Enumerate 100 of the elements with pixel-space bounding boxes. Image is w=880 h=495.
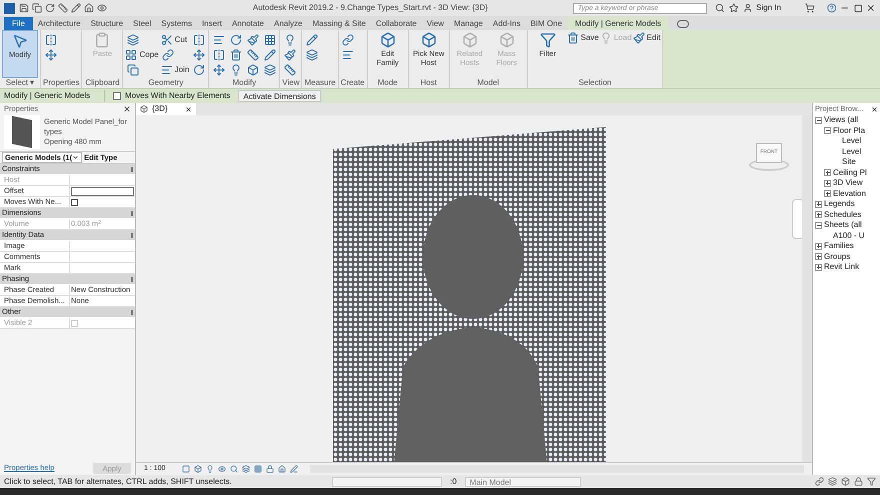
ribbon-small-button[interactable]: Edit <box>632 30 660 45</box>
ribbon-icon-button[interactable] <box>245 47 260 62</box>
tree-item[interactable]: Site <box>842 156 856 168</box>
tree-item[interactable]: Families <box>824 240 854 252</box>
tree-item[interactable]: Level <box>842 146 862 158</box>
close-icon[interactable] <box>866 3 876 13</box>
ribbon-icon-button[interactable] <box>262 47 278 62</box>
collapse-toggle-icon[interactable] <box>815 222 822 229</box>
checkbox[interactable] <box>113 92 121 100</box>
ribbon-icon-button[interactable] <box>340 32 356 47</box>
ribbon-tab[interactable]: File <box>4 17 33 30</box>
document-tab[interactable]: {3D} <box>136 103 196 115</box>
expand-toggle-icon[interactable] <box>815 253 822 260</box>
ribbon-tab[interactable]: Massing & Site <box>307 17 371 30</box>
ribbon-icon-button[interactable] <box>43 47 58 62</box>
tree-item[interactable]: Floor Pla <box>833 124 866 137</box>
tree-item[interactable]: Views (all <box>824 114 858 126</box>
vertical-scrollbar[interactable] <box>802 115 812 462</box>
ribbon-tab[interactable]: Systems <box>156 17 197 30</box>
tree-item[interactable]: Ceiling Pl <box>833 166 867 179</box>
toolbar-icon[interactable] <box>97 3 107 13</box>
binoculars-icon[interactable] <box>715 3 726 13</box>
restore-icon[interactable] <box>854 4 862 12</box>
offset-field[interactable] <box>71 186 134 196</box>
tree-item[interactable]: 3D View <box>833 177 863 190</box>
ribbon-icon-button[interactable] <box>282 47 298 62</box>
tree-item[interactable]: Groups <box>824 250 850 263</box>
view-control-icon[interactable] <box>218 465 226 473</box>
ribbon-tab[interactable]: Collaborate <box>370 17 422 30</box>
close-icon[interactable] <box>871 106 878 112</box>
toolbar-icon[interactable] <box>32 3 42 13</box>
view-control-icon[interactable] <box>206 465 214 473</box>
ribbon-small-button[interactable]: Cut <box>160 32 190 47</box>
tree-item[interactable]: Revit Link <box>824 261 860 274</box>
ribbon-icon-button[interactable] <box>43 32 58 47</box>
selection-option-icon[interactable] <box>854 477 863 486</box>
star-icon[interactable] <box>729 3 739 13</box>
ribbon-icon-button[interactable] <box>191 47 206 62</box>
selection-option-icon[interactable] <box>867 477 876 486</box>
ribbon-icon-button[interactable] <box>211 47 226 62</box>
toolbar-icon[interactable] <box>19 3 29 13</box>
design-option-dropdown[interactable]: Main Model <box>464 476 581 486</box>
selection-option-icon[interactable] <box>815 477 824 486</box>
ribbon-icon-button[interactable] <box>245 62 260 78</box>
ribbon-icon-button[interactable] <box>125 62 140 78</box>
expand-toggle-icon[interactable] <box>815 242 822 250</box>
ribbon-tab[interactable]: Add-Ins <box>488 17 526 30</box>
ribbon-tab[interactable]: Analyze <box>269 17 308 30</box>
ribbon-tab[interactable]: View <box>422 17 449 30</box>
toolbar-icon[interactable] <box>45 3 55 13</box>
toolbar-icon[interactable] <box>71 3 81 13</box>
tree-item[interactable]: Elevation <box>833 188 866 200</box>
collapse-toggle-icon[interactable] <box>824 127 831 134</box>
view-control-icon[interactable] <box>182 465 190 473</box>
ribbon-small-button[interactable]: Save <box>566 30 599 45</box>
tree-item[interactable]: Sheets (all <box>824 219 862 232</box>
expand-toggle-icon[interactable] <box>815 200 822 208</box>
ribbon-icon-button[interactable] <box>125 32 140 47</box>
ribbon-icon-button[interactable] <box>211 62 226 78</box>
selection-option-icon[interactable] <box>841 477 850 486</box>
ribbon-icon-button[interactable] <box>304 47 320 62</box>
ribbon-icon-button[interactable] <box>160 47 176 62</box>
ribbon-tab[interactable]: Architecture <box>32 17 86 30</box>
ribbon-tab[interactable]: Insert <box>196 17 227 30</box>
tree-item[interactable]: Schedules <box>824 208 862 221</box>
view-control-icon[interactable] <box>230 465 238 473</box>
panel-toggle-icon[interactable] <box>677 20 690 28</box>
ribbon-icon-button[interactable] <box>191 32 206 47</box>
close-icon[interactable] <box>123 105 131 113</box>
expand-toggle-icon[interactable] <box>824 169 831 176</box>
expand-toggle-icon[interactable] <box>824 180 831 187</box>
ribbon-icon-button[interactable] <box>228 47 244 62</box>
checkbox[interactable] <box>71 198 78 206</box>
tree-item[interactable]: Legends <box>824 198 855 210</box>
help-icon[interactable] <box>826 3 836 13</box>
cart-icon[interactable] <box>805 3 815 13</box>
ribbon-small-button[interactable]: Cope <box>125 47 159 62</box>
ribbon-tab[interactable]: Steel <box>128 17 156 30</box>
expand-toggle-icon[interactable] <box>815 264 822 271</box>
ribbon-icon-button[interactable] <box>304 32 320 47</box>
view-control-icon[interactable] <box>266 465 274 473</box>
view-control-icon[interactable] <box>242 465 250 473</box>
tree-item[interactable]: Level <box>842 135 862 148</box>
expand-toggle-icon[interactable] <box>815 211 822 218</box>
ribbon-icon-button[interactable] <box>191 62 206 78</box>
view-control-icon[interactable] <box>290 465 298 473</box>
sign-in-link[interactable]: Sign In <box>756 2 782 14</box>
toolbar-icon[interactable] <box>84 3 94 13</box>
ribbon-icon-button[interactable] <box>262 62 278 78</box>
ribbon-icon-button[interactable] <box>282 62 298 78</box>
tree-item[interactable]: A100 - U <box>833 230 865 242</box>
toolbar-icon[interactable] <box>58 3 68 13</box>
ribbon-small-button[interactable]: Join <box>160 62 190 78</box>
ribbon-tab[interactable]: Modify | Generic Models <box>567 17 670 30</box>
ribbon-icon-button[interactable] <box>245 32 260 47</box>
ribbon-icon-button[interactable] <box>228 32 244 47</box>
ribbon-icon-button[interactable] <box>262 32 278 47</box>
collapse-toggle-icon[interactable] <box>815 116 822 124</box>
ribbon-tab[interactable]: Structure <box>86 17 128 30</box>
selection-option-icon[interactable] <box>828 477 837 486</box>
